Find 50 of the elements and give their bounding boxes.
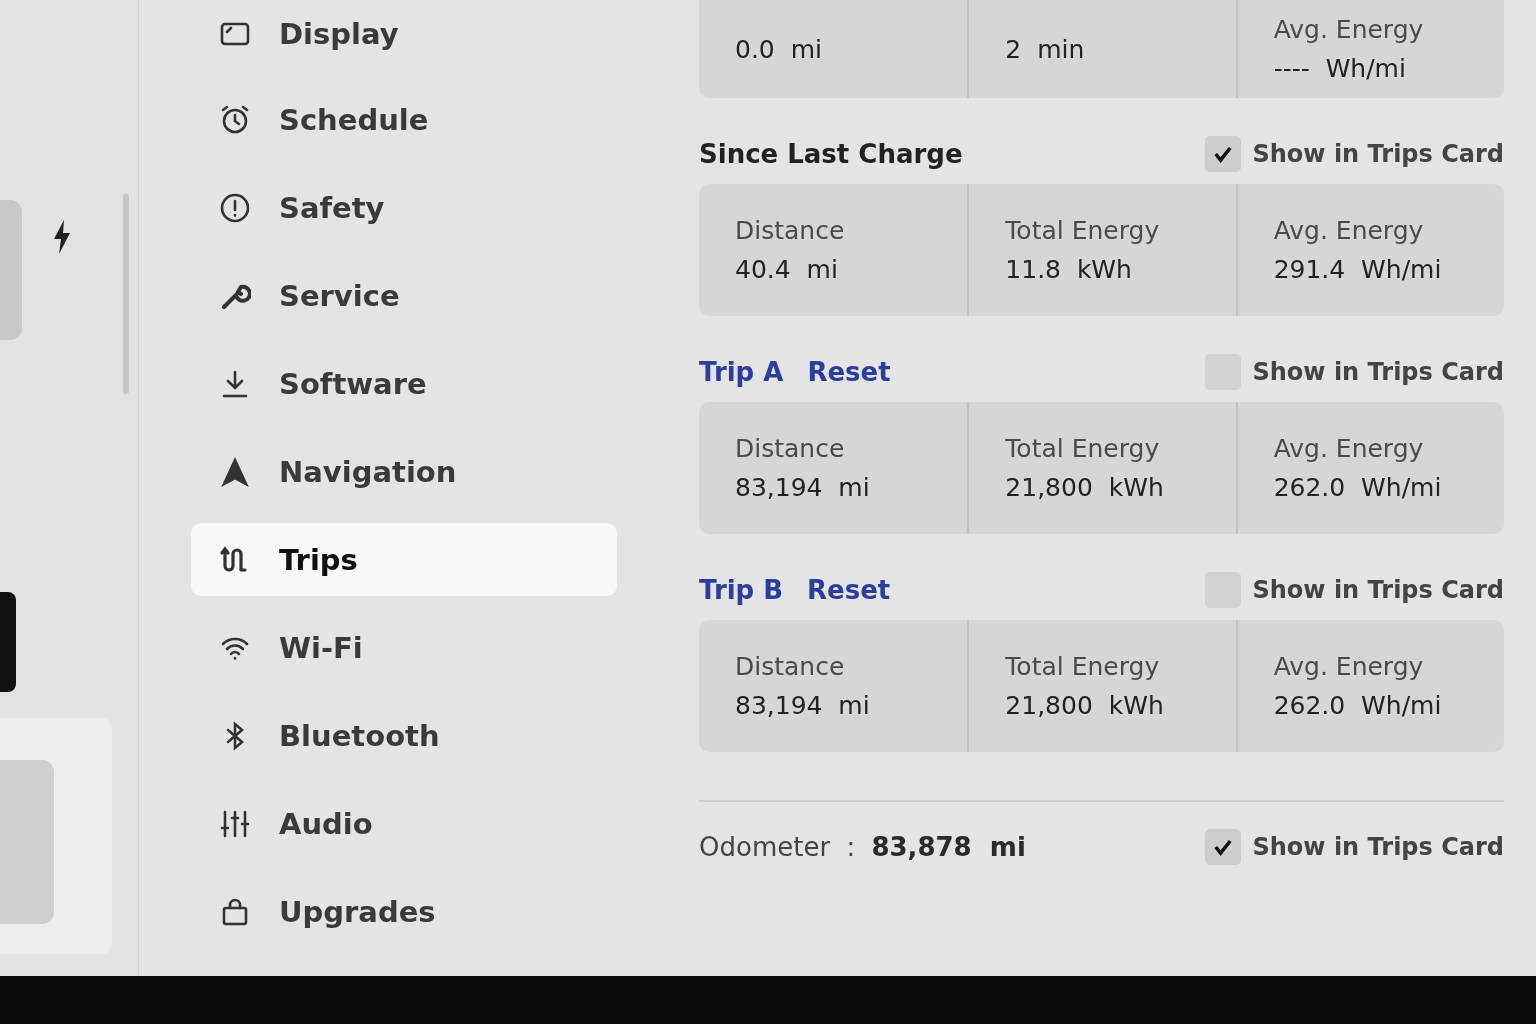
checkbox-label: Show in Trips Card: [1252, 833, 1504, 861]
stat-label: Distance: [735, 434, 846, 463]
sidebar-item[interactable]: Service: [191, 259, 617, 332]
sidebar-item[interactable]: Navigation: [191, 435, 617, 508]
stat-label: Total Energy: [1005, 434, 1161, 463]
sidebar-item[interactable]: Bluetooth: [191, 699, 617, 772]
odometer-value: 83,878 mi: [871, 832, 1026, 862]
stat-value: ---- Wh/mi: [1273, 54, 1407, 83]
sidebar-item[interactable]: Software: [191, 347, 617, 420]
sidebar-item[interactable]: Wi-Fi: [191, 611, 617, 684]
navigation-arrow-icon: [219, 455, 251, 488]
stat-value: 21,800 kWh: [1005, 473, 1165, 502]
sidebar-item[interactable]: Safety: [191, 171, 617, 244]
section-title: Trip A: [699, 357, 784, 387]
odometer-label: Odometer :: [699, 832, 856, 862]
checkbox[interactable]: [1204, 829, 1241, 865]
checkbox-label: Show in Trips Card: [1252, 140, 1504, 168]
checkbox[interactable]: [1204, 136, 1241, 172]
stat-value: 2 min: [1005, 34, 1086, 64]
reset-link[interactable]: Reset: [807, 357, 891, 387]
sidebar-item[interactable]: Schedule: [191, 83, 617, 156]
sidebar-item[interactable]: Audio: [191, 787, 617, 860]
lightning-icon: [52, 220, 72, 254]
stat-value: 21,800 kWh: [1005, 691, 1165, 720]
stat-label: Avg. Energy: [1273, 216, 1425, 245]
checkbox-label: Show in Trips Card: [1252, 576, 1504, 604]
stat-value: 262.0 Wh/mi: [1273, 691, 1443, 720]
stat-label: Avg. Energy: [1273, 652, 1425, 681]
reset-link[interactable]: Reset: [807, 575, 891, 605]
stat-label: Total Energy: [1005, 216, 1161, 245]
stat-label: Avg. Energy: [1273, 434, 1425, 463]
alarm-clock-icon: [219, 103, 251, 136]
checkbox-label: Show in Trips Card: [1252, 358, 1504, 386]
stat-value: 11.8 kWh: [1005, 255, 1133, 284]
sidebar-item[interactable]: Display: [191, 0, 617, 68]
stat-value: 83,194 mi: [735, 691, 871, 720]
stat-value: 0.0 mi: [735, 34, 823, 64]
stat-label: Avg. Energy: [1273, 15, 1425, 44]
stat-value: 291.4 Wh/mi: [1273, 255, 1443, 284]
stat-label: Distance: [735, 652, 846, 681]
stat-value: 83,194 mi: [735, 473, 871, 502]
sidebar-item[interactable]: Upgrades: [191, 875, 617, 948]
sidebar-item[interactable]: Trips: [191, 523, 617, 596]
stat-value: 262.0 Wh/mi: [1273, 473, 1443, 502]
stat-label: Total Energy: [1005, 652, 1161, 681]
stat-label: Distance: [735, 216, 846, 245]
stat-value: 40.4 mi: [735, 255, 839, 284]
section-title: Since Last Charge: [699, 139, 963, 169]
alert-icon: [219, 191, 251, 224]
section-title: Trip B: [699, 575, 784, 605]
